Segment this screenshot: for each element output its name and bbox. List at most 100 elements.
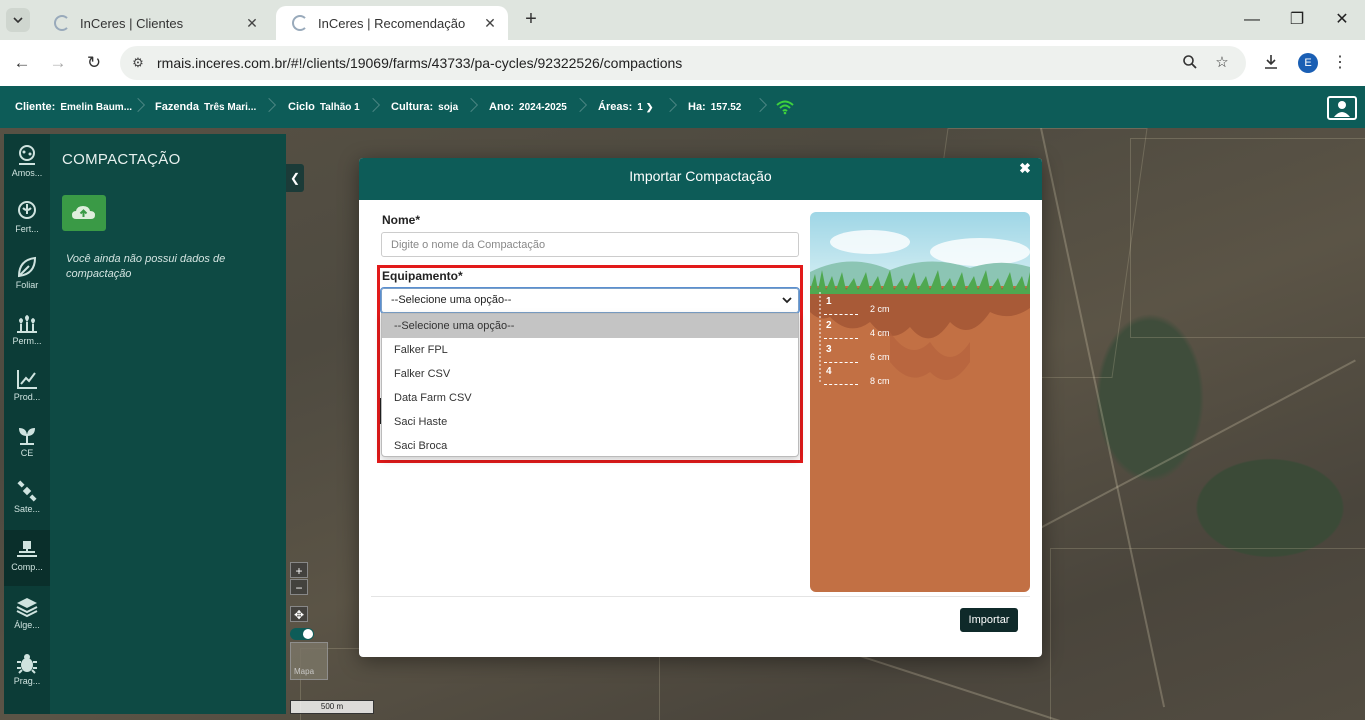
- user-icon: [1334, 101, 1350, 117]
- new-tab-button[interactable]: +: [520, 9, 542, 31]
- breadcrumb-fazenda[interactable]: Fazenda Três Mari...: [155, 86, 256, 128]
- breadcrumb-label: Áreas:: [598, 101, 633, 113]
- collapse-panel-button[interactable]: ❮: [286, 164, 304, 192]
- fertilizer-icon: [18, 201, 36, 219]
- chevron-down-icon: [13, 17, 23, 23]
- breadcrumb-separator: [760, 94, 761, 120]
- breadcrumb-ano[interactable]: Ano: 2024-2025: [489, 86, 567, 128]
- leaf-icon: [17, 256, 37, 278]
- minimap[interactable]: Mapa: [290, 642, 328, 680]
- equipamento-select[interactable]: --Selecione uma opção--: [380, 287, 800, 314]
- window-close-button[interactable]: ✕: [1330, 8, 1354, 32]
- scale-bar: 500 m: [290, 700, 374, 714]
- depth-value: 2 cm: [870, 304, 890, 314]
- nome-input[interactable]: [381, 232, 799, 257]
- tab-clientes[interactable]: InCeres | Clientes ✕: [38, 6, 270, 40]
- depth-divider: [824, 362, 858, 363]
- sidebar-item-satelite[interactable]: Sate...: [4, 472, 50, 528]
- layers-icon: [16, 598, 38, 618]
- depth-value: 8 cm: [870, 376, 890, 386]
- tab-search-button[interactable]: [6, 8, 30, 32]
- zoom-icon[interactable]: [1181, 54, 1199, 72]
- address-bar[interactable]: ⚙ rmais.inceres.com.br/#!/clients/19069/…: [120, 46, 1246, 80]
- equipamento-label: Equipamento*: [382, 269, 463, 283]
- breadcrumb-separator: [580, 94, 581, 120]
- forward-button[interactable]: →: [46, 51, 70, 75]
- close-icon[interactable]: ✕: [482, 15, 498, 32]
- import-button[interactable]: Importar: [960, 608, 1018, 632]
- breadcrumb-areas[interactable]: Áreas: 1 ❯: [598, 86, 653, 128]
- sidebar-item-compactacao[interactable]: Comp...: [4, 530, 50, 586]
- sidebar-item-label: Fert...: [15, 224, 39, 234]
- empty-state-message: Você ainda não possui dados de compactaç…: [66, 253, 226, 280]
- close-icon[interactable]: ✕: [244, 15, 260, 32]
- pan-icon[interactable]: ✥: [290, 606, 308, 622]
- soil-profile-graphic: [810, 212, 1030, 592]
- sidebar-item-ce[interactable]: CE: [4, 416, 50, 472]
- depth-divider: [824, 384, 858, 385]
- sidebar-item-produtividade[interactable]: Prod...: [4, 360, 50, 416]
- option-item[interactable]: Saci Broca: [382, 434, 798, 458]
- breadcrumb-value: soja: [438, 101, 459, 113]
- star-icon[interactable]: ☆: [1213, 54, 1231, 72]
- zoom-in-button[interactable]: +: [290, 562, 308, 578]
- nome-label: Nome*: [382, 213, 421, 227]
- side-nav: Amos... Fert... Foliar Perm... Prod... C…: [4, 134, 50, 714]
- option-item[interactable]: Falker CSV: [382, 362, 798, 386]
- breadcrumb-cultura[interactable]: Cultura: soja: [391, 86, 458, 128]
- minimize-button[interactable]: —: [1240, 8, 1264, 32]
- modal-divider: [371, 596, 1030, 597]
- browser-menu-icon[interactable]: ⋮: [1330, 52, 1350, 74]
- plants-icon: [17, 315, 37, 333]
- inceres-favicon-icon: [292, 15, 308, 31]
- close-icon[interactable]: ✖: [1017, 160, 1033, 176]
- tab-title: InCeres | Clientes: [80, 15, 184, 31]
- chart-line-icon: [17, 370, 37, 389]
- select-value: --Selecione uma opção--: [391, 294, 512, 306]
- back-button[interactable]: ←: [10, 51, 34, 75]
- sidebar-item-permanente[interactable]: Perm...: [4, 304, 50, 360]
- site-settings-icon[interactable]: ⚙: [130, 55, 146, 71]
- satellite-icon: [17, 480, 37, 502]
- breadcrumb-label: Fazenda: [155, 101, 200, 113]
- option-item[interactable]: Saci Haste: [382, 410, 798, 434]
- zoom-out-button[interactable]: −: [290, 579, 308, 595]
- download-icon[interactable]: [1262, 54, 1280, 72]
- compaction-panel: COMPACTAÇÃO Você ainda não possui dados …: [50, 134, 286, 714]
- import-compaction-modal: Importar Compactação ✖ Nome* Equipamento…: [359, 158, 1042, 657]
- sidebar-item-label: Álge...: [14, 620, 40, 630]
- sidebar-item-foliar[interactable]: Foliar: [4, 248, 50, 304]
- breadcrumb-ciclo[interactable]: Ciclo Talhão 1: [288, 86, 360, 128]
- option-item[interactable]: Data Farm CSV: [382, 386, 798, 410]
- breadcrumb-cliente[interactable]: Cliente: Emelin Baum...: [15, 86, 132, 128]
- depth-number: 3: [826, 344, 832, 355]
- map-field: [1130, 138, 1365, 338]
- depth-number: 4: [826, 366, 832, 377]
- breadcrumb-separator: [138, 94, 139, 120]
- user-menu-button[interactable]: [1327, 96, 1357, 120]
- option-item[interactable]: Falker FPL: [382, 338, 798, 362]
- profile-avatar[interactable]: E: [1298, 53, 1318, 73]
- breadcrumb-value: 2024-2025: [519, 101, 567, 113]
- breadcrumb-label: Ciclo: [288, 101, 315, 113]
- sidebar-item-pragas[interactable]: Prag...: [4, 644, 50, 700]
- browser-toolbar: ← → ↻ ⚙ rmais.inceres.com.br/#!/clients/…: [0, 40, 1365, 86]
- restore-button[interactable]: ❐: [1285, 8, 1309, 32]
- breadcrumb-value: 1: [637, 101, 643, 113]
- breadcrumb-label: Cliente:: [15, 101, 56, 113]
- option-item[interactable]: --Selecione uma opção--: [382, 314, 798, 338]
- sidebar-item-label: Foliar: [15, 280, 39, 290]
- layer-toggle[interactable]: [290, 628, 314, 640]
- tab-title: InCeres | Recomendação: [318, 15, 466, 31]
- breadcrumb-value: 157.52: [710, 101, 742, 113]
- sidebar-item-amostragem[interactable]: Amos...: [4, 136, 50, 192]
- sidebar-item-fertilidade[interactable]: Fert...: [4, 192, 50, 248]
- breadcrumb-label: Ha:: [688, 101, 706, 113]
- breadcrumb-ha: Ha: 157.52: [688, 86, 741, 128]
- upload-button[interactable]: [62, 195, 106, 231]
- reload-button[interactable]: ↻: [82, 51, 106, 75]
- sidebar-item-algebra[interactable]: Álge...: [4, 588, 50, 644]
- sidebar-item-label: CE: [20, 448, 34, 458]
- tab-recomendacao[interactable]: InCeres | Recomendação ✕: [276, 6, 508, 40]
- depth-divider: [824, 314, 858, 315]
